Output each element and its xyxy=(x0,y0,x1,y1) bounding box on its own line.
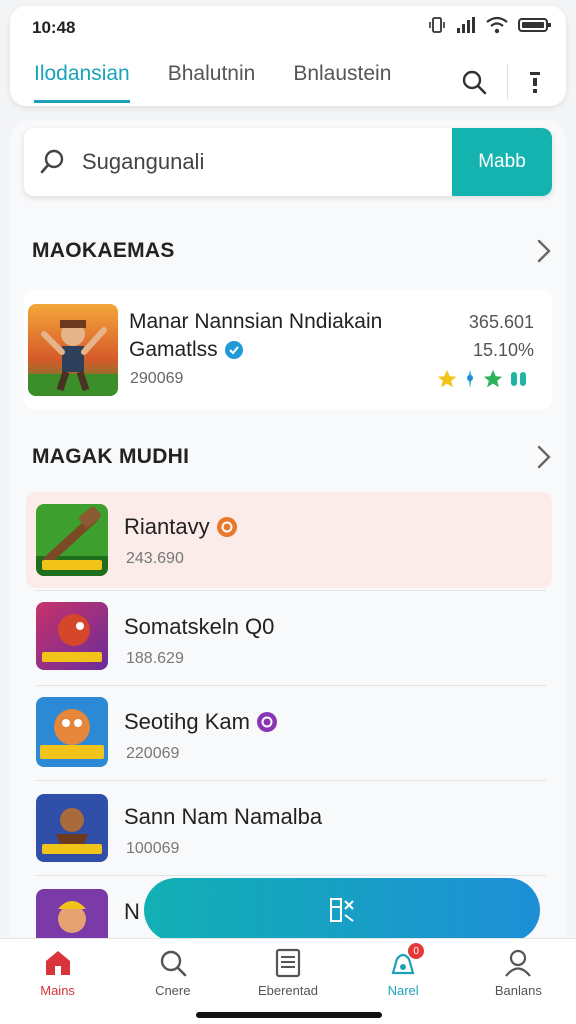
profile-icon xyxy=(505,949,532,977)
game-thumbnail xyxy=(28,304,118,396)
item-count: 220069 xyxy=(126,745,180,762)
home-indicator[interactable] xyxy=(196,1012,382,1018)
item-title: N xyxy=(124,899,140,924)
status-time: 10:48 xyxy=(32,18,76,37)
search-icon xyxy=(40,149,64,174)
app-screen: 10:48 Ilodansian Bhalutnin Bnlaustein Ma… xyxy=(0,0,576,1024)
nav-badge: 0 xyxy=(408,943,425,959)
chevron-right-icon[interactable] xyxy=(536,238,552,264)
more-menu-icon[interactable] xyxy=(528,69,542,95)
featured-title: Manar Nannsian Nndiakain xyxy=(129,310,383,333)
battery-icon xyxy=(518,18,551,32)
verified-icon xyxy=(224,341,243,359)
featured-price: 365.601 xyxy=(468,312,534,332)
vibrate-icon xyxy=(429,17,445,33)
home-icon xyxy=(45,951,70,975)
game-thumbnail xyxy=(36,697,108,767)
search-input[interactable] xyxy=(82,149,452,175)
top-actions xyxy=(461,64,542,100)
sparkle-icon xyxy=(467,370,473,388)
section-header-2: MAGAK MUDHI xyxy=(32,444,552,470)
nav-label: Narel xyxy=(387,983,419,998)
divider xyxy=(36,875,546,876)
library-icon xyxy=(275,948,301,978)
list-item[interactable]: Somatskeln Q0 188.629 xyxy=(26,592,552,688)
nav-label: Mains xyxy=(40,983,75,998)
search-field-icon-wrap xyxy=(24,148,82,176)
section-title: MAGAK MUDHI xyxy=(32,445,190,468)
nav-item-home[interactable]: Mains xyxy=(3,947,113,998)
nav-label: Eberentad xyxy=(257,983,318,998)
nav-label: Cnere xyxy=(155,983,191,998)
action-divider xyxy=(507,64,508,100)
list-item[interactable]: Sann Nam Namalba 100069 xyxy=(26,782,552,878)
section-header-1: MAOKAEMAS xyxy=(32,238,552,264)
featured-subtitle-row: Gamatlss xyxy=(129,338,244,362)
top-bar: 10:48 Ilodansian Bhalutnin Bnlaustein xyxy=(10,6,566,106)
tab-bhalutnin[interactable]: Bhalutnin xyxy=(168,62,256,103)
search-button[interactable]: Mabb xyxy=(452,128,552,196)
item-title: Sann Nam Namalba xyxy=(124,804,323,829)
scan-icon xyxy=(330,898,354,922)
floating-action-button[interactable] xyxy=(144,878,540,942)
featured-percent: 15.10% xyxy=(472,340,534,360)
nav-item-profile[interactable]: Banlans xyxy=(463,947,573,998)
item-title: Riantavy xyxy=(124,514,210,539)
search-bar: Mabb xyxy=(24,128,552,196)
nav-item-notifications[interactable]: 0 Narel xyxy=(348,943,458,998)
search-icon[interactable] xyxy=(461,69,487,95)
tab-ilodansian[interactable]: Ilodansian xyxy=(34,62,130,103)
nav-label: Banlans xyxy=(494,983,542,998)
section-title: MAOKAEMAS xyxy=(32,239,175,262)
star-icon xyxy=(483,369,503,388)
item-count: 188.629 xyxy=(126,650,184,667)
star-icon xyxy=(437,369,457,388)
list-item[interactable]: Riantavy 243.690 xyxy=(26,492,552,588)
item-title-row: Seotihg Kam xyxy=(124,709,278,735)
nav-item-library[interactable]: Eberentad xyxy=(233,947,343,998)
chevron-right-icon[interactable] xyxy=(536,444,552,470)
signal-icon xyxy=(457,17,475,33)
divider xyxy=(36,685,546,686)
item-title-row: Riantavy xyxy=(124,514,238,540)
badge-icon xyxy=(256,712,277,732)
tab-bnlaustein[interactable]: Bnlaustein xyxy=(293,62,391,103)
divider xyxy=(36,590,546,591)
game-thumbnail xyxy=(36,504,108,576)
pause-icon xyxy=(511,372,526,386)
tab-bar: Ilodansian Bhalutnin Bnlaustein xyxy=(34,62,391,103)
rating-icons xyxy=(436,368,530,390)
item-title: Somatskeln Q0 xyxy=(124,614,275,639)
list-item[interactable]: Seotihg Kam 220069 xyxy=(26,687,552,783)
featured-subtitle: Gamatlss xyxy=(129,338,218,361)
game-thumbnail xyxy=(36,794,108,862)
search-icon xyxy=(160,950,187,977)
game-thumbnail xyxy=(36,602,108,670)
item-title: Seotihg Kam xyxy=(124,709,250,734)
divider xyxy=(36,780,546,781)
item-count: 243.690 xyxy=(126,550,184,567)
featured-game-card[interactable]: Manar Nannsian Nndiakain Gamatlss 290069… xyxy=(24,290,552,410)
featured-count: 290069 xyxy=(130,370,184,387)
status-icons xyxy=(428,16,552,34)
wifi-icon xyxy=(486,16,508,34)
item-count: 100069 xyxy=(126,840,180,857)
nav-item-search[interactable]: Cnere xyxy=(118,947,228,998)
badge-icon xyxy=(216,517,237,537)
